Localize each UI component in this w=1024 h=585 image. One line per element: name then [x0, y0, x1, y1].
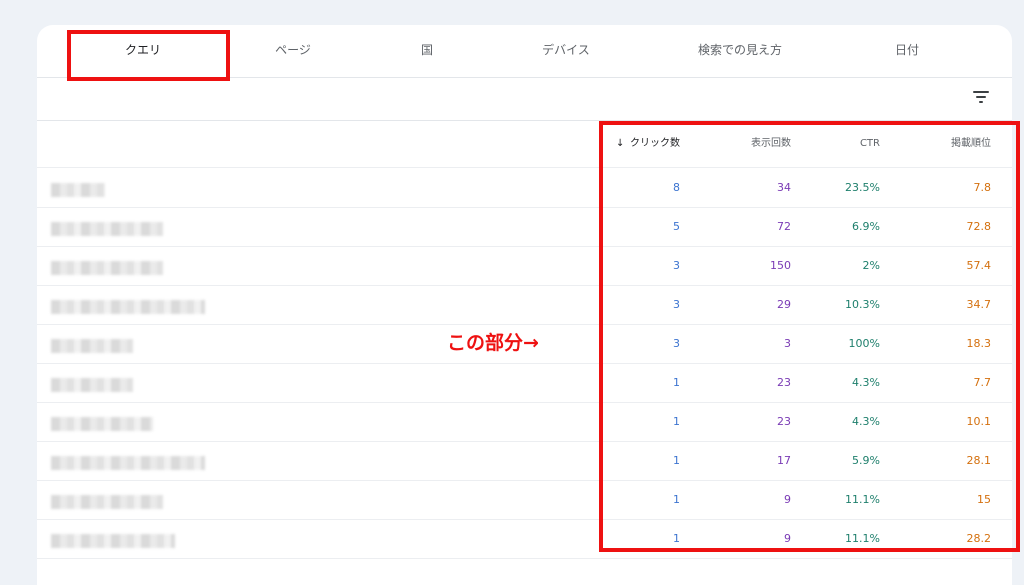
- query-text-redacted: [51, 417, 153, 431]
- filter-list-icon[interactable]: [973, 90, 991, 106]
- tab-devices[interactable]: デバイス: [506, 25, 626, 77]
- query-text-redacted: [51, 222, 163, 236]
- annotation-label: この部分→: [447, 332, 539, 354]
- tab-search-appearance[interactable]: 検索での見え方: [680, 25, 800, 77]
- query-text-redacted: [51, 183, 105, 197]
- highlight-box-metrics: [599, 121, 1020, 552]
- query-text-redacted: [51, 534, 175, 548]
- query-text-redacted: [51, 378, 133, 392]
- tab-pages[interactable]: ページ: [233, 25, 353, 77]
- tab-dates[interactable]: 日付: [847, 25, 967, 77]
- query-text-redacted: [51, 261, 163, 275]
- query-text-redacted: [51, 456, 205, 470]
- tab-countries[interactable]: 国: [367, 25, 487, 77]
- highlight-box-query-tab: [67, 30, 230, 81]
- query-text-redacted: [51, 300, 205, 314]
- query-text-redacted: [51, 495, 163, 509]
- table-toolbar: [37, 78, 1012, 121]
- query-text-redacted: [51, 339, 133, 353]
